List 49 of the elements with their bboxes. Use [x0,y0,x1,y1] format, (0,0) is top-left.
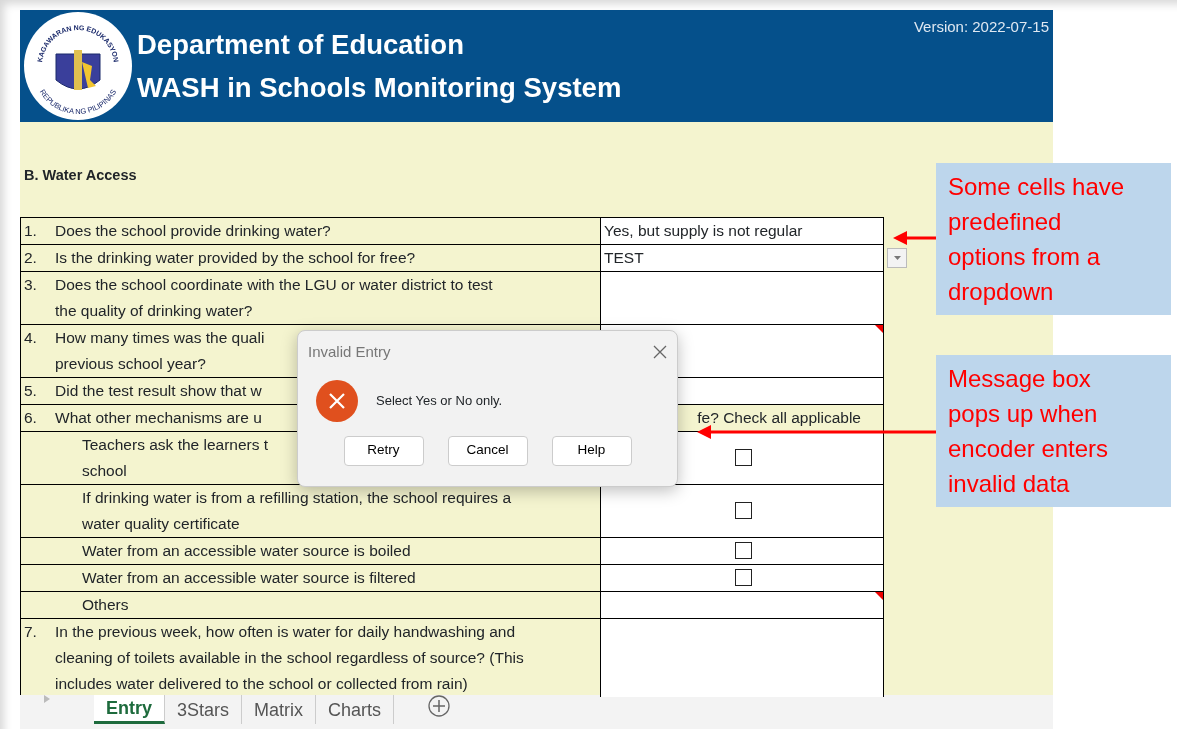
question-text: Water from an accessible water source is filtered [82,567,416,588]
caret-icon [893,255,901,260]
dialog-button[interactable]: Cancel [447,435,528,466]
sheet-tab[interactable]: Charts [316,695,395,724]
question-text: Water from an accessible water source is boiled [82,540,411,561]
answer-cell[interactable]: Yes, but supply is not regular [600,217,884,244]
question-text: In the previous week, how often is water for daily handwashing and cleaning of toilets available in the school regardless of source? (This includes water delivered to the school or collected from rain) [55,621,524,694]
question-text: Does the school provide drinking water? [55,220,331,241]
answer-cell[interactable] [600,271,884,324]
question-text: Is the drinking water provided by the school for free? [55,247,416,268]
row-number: 7. [23,621,38,642]
row-number: 1. [23,220,38,241]
dropdown-button[interactable] [887,247,907,268]
question-text: If drinking water is from a refilling station, the school requires a water quality certificate [82,487,512,534]
callout-note: Message box pops up when encoder enters invalid data [936,355,1171,507]
question-text: Others [82,594,129,615]
checkbox[interactable] [735,569,752,587]
dialog-button[interactable]: Retry [343,435,424,466]
question-text: Did the test result show that w [55,380,262,401]
question-text: What other mechanisms are u [55,407,262,428]
section-title: B. Water Access [23,166,137,185]
row-number: 2. [23,247,38,268]
question-text: How many times was the quali previous school year? [55,327,265,374]
checkbox[interactable] [735,502,752,520]
answer-cell[interactable] [600,591,884,618]
sheet-tab[interactable]: Entry [94,695,165,724]
error-icon [316,379,358,422]
sheet-tab[interactable]: Matrix [242,695,317,724]
sheet-tab[interactable]: 3Stars [165,695,243,724]
checkbox[interactable] [735,542,752,560]
row-number: 5. [23,380,38,401]
row-number: 3. [23,274,38,295]
dialog-button[interactable]: Help [551,435,632,466]
dialog-title: Invalid Entry [308,342,391,362]
add-sheet-icon[interactable] [428,695,451,717]
close-icon[interactable] [653,345,667,360]
arrow [893,231,936,245]
header-title: Department of Education [137,28,465,62]
header-subtitle: WASH in Schools Monitoring System [137,71,622,105]
dialog-message: Select Yes or No only. [376,391,503,410]
row-number: 6. [23,407,38,428]
answer-cell[interactable] [600,618,884,697]
question-text: Does the school coordinate with the LGU or water district to test the quality of drinking water? [55,274,493,321]
row-number: 4. [23,327,38,348]
checkbox[interactable] [735,449,752,467]
callout-note: Some cells have predefined options from a dropdown [936,163,1171,315]
version-label: Version: 2022-07-15 [913,17,1049,37]
question-text: Teachers ask the learners t school [82,434,269,481]
question-text: fe? Check all applicable [697,407,861,428]
